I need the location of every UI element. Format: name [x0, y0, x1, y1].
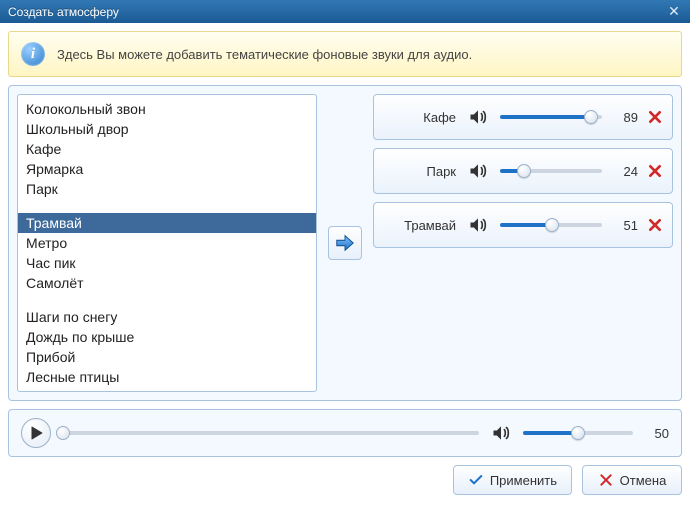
track-name: Трамвай — [382, 218, 460, 233]
slider-thumb[interactable] — [584, 110, 598, 124]
apply-button[interactable]: Применить — [453, 465, 572, 495]
track-name: Парк — [382, 164, 460, 179]
track-volume-value: 24 — [614, 164, 638, 179]
info-text: Здесь Вы можете добавить тематические фо… — [57, 47, 472, 62]
list-item[interactable]: Лесные птицы — [18, 367, 316, 387]
play-button[interactable] — [21, 418, 51, 448]
track-volume-slider[interactable] — [500, 161, 602, 181]
cancel-button[interactable]: Отмена — [582, 465, 682, 495]
body-panel: Колокольный звонШкольный дворКафеЯрмарка… — [8, 85, 682, 401]
track-row: Кафе 89 — [373, 94, 673, 140]
footer: Применить Отмена — [0, 465, 690, 505]
progress-slider[interactable] — [63, 423, 479, 443]
track-volume-value: 51 — [614, 218, 638, 233]
list-item[interactable]: Шаги по снегу — [18, 307, 316, 327]
cancel-label: Отмена — [620, 473, 667, 488]
sound-list[interactable]: Колокольный звонШкольный дворКафеЯрмарка… — [17, 94, 317, 392]
check-icon — [468, 472, 484, 488]
slider-thumb[interactable] — [545, 218, 559, 232]
list-item[interactable]: Ярмарка — [18, 159, 316, 179]
progress-thumb[interactable] — [56, 426, 70, 440]
volume-value: 50 — [645, 426, 669, 441]
title-bar: Создать атмосферу ✕ — [0, 0, 690, 23]
content-area: i Здесь Вы можете добавить тематические … — [0, 23, 690, 505]
volume-thumb[interactable] — [571, 426, 585, 440]
list-item[interactable]: Самолёт — [18, 273, 316, 293]
apply-label: Применить — [490, 473, 557, 488]
selected-tracks: Кафе 89 Парк 24 Трамвай 51 — [373, 94, 673, 392]
remove-button[interactable] — [646, 216, 664, 234]
speaker-icon[interactable] — [468, 161, 488, 181]
remove-button[interactable] — [646, 162, 664, 180]
list-item[interactable]: Кафе — [18, 139, 316, 159]
arrow-column — [325, 226, 365, 260]
window-title: Создать атмосферу — [8, 5, 119, 19]
speaker-icon[interactable] — [468, 107, 488, 127]
cancel-icon — [598, 472, 614, 488]
list-item[interactable]: Парк — [18, 179, 316, 199]
list-item[interactable]: Прибой — [18, 347, 316, 367]
close-icon[interactable]: ✕ — [666, 4, 682, 20]
speaker-icon[interactable] — [468, 215, 488, 235]
list-spacer — [18, 199, 316, 213]
speaker-icon[interactable] — [491, 423, 511, 443]
player-bar: 50 — [8, 409, 682, 457]
track-row: Парк 24 — [373, 148, 673, 194]
list-item[interactable]: Трамвай — [18, 213, 316, 233]
add-button[interactable] — [328, 226, 362, 260]
list-item[interactable]: Колокольный звон — [18, 99, 316, 119]
dialog-window: Создать атмосферу ✕ i Здесь Вы можете до… — [0, 0, 690, 505]
slider-thumb[interactable] — [517, 164, 531, 178]
list-item[interactable]: Час пик — [18, 253, 316, 273]
list-item[interactable]: Школьный двор — [18, 119, 316, 139]
volume-slider[interactable] — [523, 423, 633, 443]
list-item[interactable]: Метро — [18, 233, 316, 253]
play-icon — [31, 426, 43, 440]
track-volume-slider[interactable] — [500, 215, 602, 235]
track-row: Трамвай 51 — [373, 202, 673, 248]
track-volume-value: 89 — [614, 110, 638, 125]
info-icon: i — [21, 42, 45, 66]
info-banner: i Здесь Вы можете добавить тематические … — [8, 31, 682, 77]
arrow-right-icon — [334, 232, 356, 254]
list-item[interactable]: Дождь по крыше — [18, 327, 316, 347]
list-spacer — [18, 293, 316, 307]
track-name: Кафе — [382, 110, 460, 125]
track-volume-slider[interactable] — [500, 107, 602, 127]
remove-button[interactable] — [646, 108, 664, 126]
